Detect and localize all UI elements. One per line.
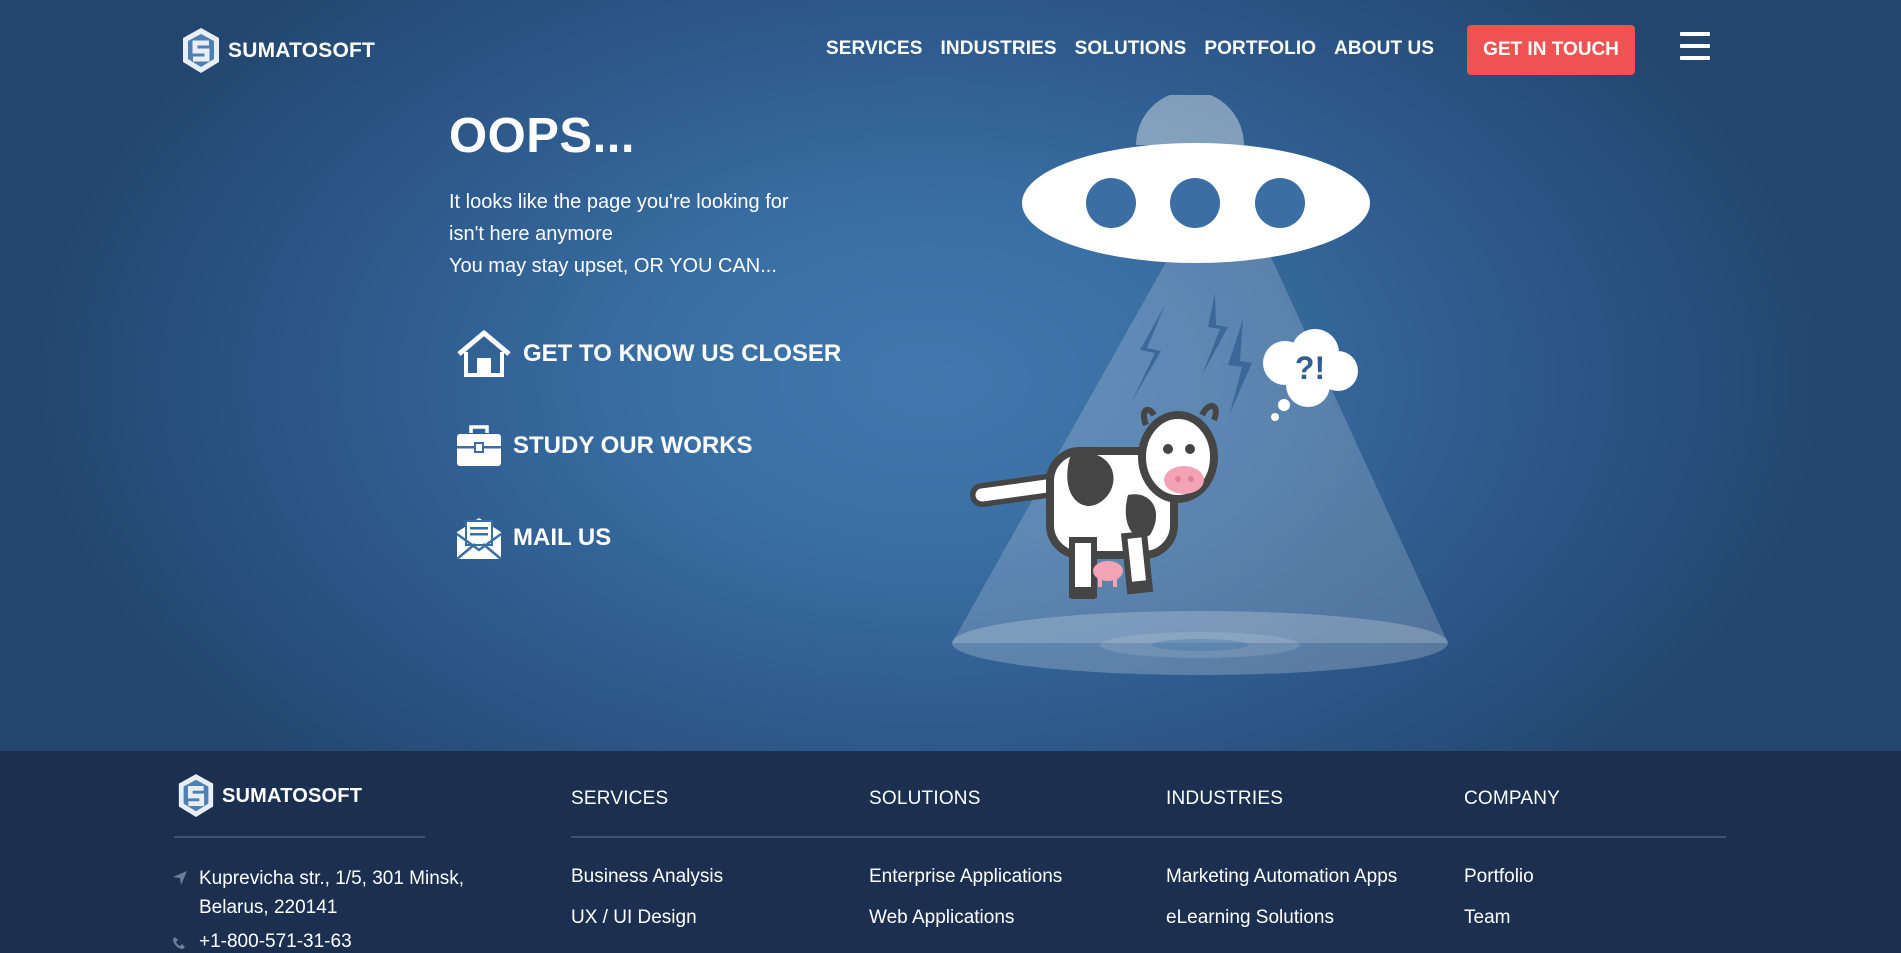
thought-text: ?! [1295,350,1325,386]
footer-heading-industries[interactable]: INDUSTRIES [1166,788,1283,810]
description-line-3: You may stay upset, OR YOU CAN... [449,255,777,277]
get-to-know-us-link[interactable]: GET TO KNOW US CLOSER [455,330,841,378]
footer-link-team[interactable]: Team [1464,907,1510,929]
nav-about-us[interactable]: ABOUT US [1334,38,1434,60]
location-arrow-icon [173,871,187,885]
nav-portfolio[interactable]: PORTFOLIO [1204,38,1316,60]
footer-columns-divider [571,836,1726,838]
footer-logo-text: SUMATOSOFT [222,784,363,807]
footer-logo[interactable]: SUMATOSOFT [176,772,362,820]
footer-link-web-applications[interactable]: Web Applications [869,907,1014,929]
ufo-dome [1136,95,1244,145]
hamburger-menu-icon[interactable] [1680,32,1710,60]
footer-link-business-analysis[interactable]: Business Analysis [571,866,723,888]
page-title: OOPS... [449,109,635,163]
address-line-2: Belarus, 220141 [199,897,338,918]
header-logo[interactable]: SUMATOSOFT [180,26,375,76]
phone-icon [173,937,185,949]
sumatosoft-logo-icon [183,28,219,73]
address-line-1: Kuprevicha str., 1/5, 301 Minsk, [199,868,465,889]
get-to-know-us-label: GET TO KNOW US CLOSER [523,340,842,367]
footer-link-marketing-automation-apps[interactable]: Marketing Automation Apps [1166,866,1397,888]
nav-solutions[interactable]: SOLUTIONS [1075,38,1187,60]
home-icon [457,330,511,377]
footer-heading-solutions[interactable]: SOLUTIONS [869,788,981,810]
get-in-touch-button[interactable]: GET IN TOUCH [1467,25,1635,75]
mail-us-link[interactable]: MAIL US [455,514,611,562]
briefcase-icon [457,425,501,466]
footer-link-elearning-solutions[interactable]: eLearning Solutions [1166,907,1334,929]
footer-logo-divider [174,836,425,838]
ufo-window-1 [1086,178,1136,228]
footer-phone[interactable]: +1-800-571-31-63 [199,931,352,953]
mail-us-label: MAIL US [513,524,612,551]
nav-industries[interactable]: INDUSTRIES [941,38,1057,60]
nav-services[interactable]: SERVICES [826,38,923,60]
footer-link-enterprise-applications[interactable]: Enterprise Applications [869,866,1062,888]
description-line-1: It looks like the page you're looking fo… [449,191,789,213]
logo-text: SUMATOSOFT [228,39,376,62]
study-our-works-label: STUDY OUR WORKS [513,432,753,459]
study-our-works-link[interactable]: STUDY OUR WORKS [455,423,753,469]
site-header: SUMATOSOFT SERVICES INDUSTRIES SOLUTIONS… [0,0,1901,100]
error-description: It looks like the page you're looking fo… [449,186,869,282]
description-line-2: isn't here anymore [449,223,613,245]
sumatosoft-logo-icon [178,774,214,817]
footer-link-ux-ui-design[interactable]: UX / UI Design [571,907,697,929]
ufo-window-3 [1255,178,1305,228]
mail-icon [456,518,502,560]
footer-heading-company[interactable]: COMPANY [1464,788,1560,810]
ufo-cow-illustration: ?! [952,95,1448,675]
footer-address: Kuprevicha str., 1/5, 301 Minsk, Belarus… [199,864,464,922]
main-nav: SERVICES INDUSTRIES SOLUTIONS PORTFOLIO … [826,38,1434,60]
ufo-window-2 [1170,178,1220,228]
footer-heading-services[interactable]: SERVICES [571,788,668,810]
footer-link-portfolio[interactable]: Portfolio [1464,866,1534,888]
